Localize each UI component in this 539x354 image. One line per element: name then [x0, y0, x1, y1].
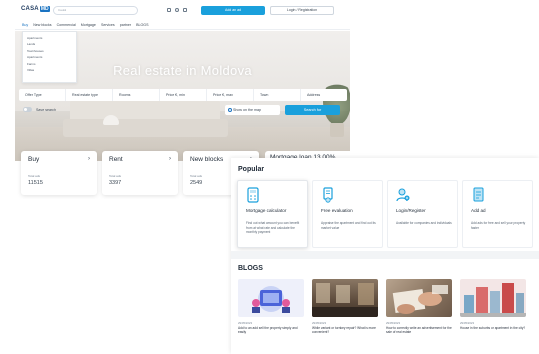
price-max-input[interactable]: Price €, max [207, 89, 254, 101]
popular-card-add-ad[interactable]: Add ad Add ads for free and sell your pr… [462, 180, 533, 248]
blog-image[interactable] [312, 279, 378, 317]
blog-image[interactable] [460, 279, 526, 317]
card-description: Add ads for free and sell your property … [471, 221, 526, 230]
popular-card-login-register[interactable]: Login/Register Available for companies a… [387, 180, 458, 248]
favorites-icon[interactable] [175, 8, 179, 12]
category-title: Buy [28, 156, 40, 163]
top-bar: CASA MD Caută Add an ad Login / Registra… [15, 2, 350, 19]
nav-services[interactable]: Services [101, 23, 115, 27]
card-description: Available for companies and individuals [396, 221, 452, 225]
category-count: 11515 [28, 180, 43, 186]
document-icon [473, 187, 484, 202]
blog-date: 29/05/2023 [312, 321, 326, 325]
plant-pot [330, 123, 344, 137]
popular-card-free-evaluation[interactable]: Free evaluation Appraise the apartment a… [312, 180, 383, 248]
category-subtitle: Total ads [28, 174, 41, 178]
blog-date: 29/05/2023 [238, 321, 252, 325]
category-card-buy[interactable]: Buy › Total ads 11515 [21, 151, 97, 195]
blogs-title: BLOGS [238, 265, 263, 272]
card-description: Find out what amount you can benefit fro… [246, 221, 300, 235]
card-title: Add ad [471, 208, 486, 213]
logo-text: CASA [21, 6, 39, 12]
nav-partner[interactable]: partner [120, 23, 131, 27]
category-title: Rent [109, 156, 123, 163]
main-nav: Buy New blocks Commercial Mortgage Servi… [15, 20, 350, 30]
nav-commercial[interactable]: Commercial [57, 23, 76, 27]
logo-badge: MD [39, 6, 50, 12]
nav-mortgage[interactable]: Mortgage [81, 23, 96, 27]
toggle-switch[interactable] [23, 107, 32, 112]
user-add-icon [396, 188, 410, 202]
card-description: Appraise the apartment and find out its … [321, 221, 376, 230]
interior-photo [312, 283, 378, 317]
blog-title[interactable]: How to correctly write an advertisement … [386, 326, 454, 335]
buy-dropdown-menu: Apartments Lands Townhouses Apartments F… [22, 31, 77, 83]
card-title: Login/Register [396, 208, 426, 213]
city-photo [460, 283, 526, 317]
address-input[interactable]: Address [301, 89, 347, 101]
lamp [103, 115, 119, 125]
chevron-right-icon: › [169, 156, 171, 162]
illustration-icon [252, 286, 290, 313]
nav-blogs[interactable]: BLOGS [136, 23, 148, 27]
evaluation-icon [323, 187, 333, 203]
section-divider [231, 251, 539, 259]
hero-banner: Real estate in Moldova Apartments Lands … [15, 31, 350, 161]
chevron-right-icon: › [88, 156, 90, 162]
blog-title[interactable]: While variant or turnkey repair? What is… [312, 326, 380, 335]
category-subtitle: Total ads [190, 174, 203, 178]
grid-icon[interactable] [183, 8, 187, 12]
calculator-icon [247, 187, 259, 203]
price-min-input[interactable]: Price €, min [160, 89, 207, 101]
login-button[interactable]: Login / Registration [270, 6, 334, 15]
popular-section-screenshot: Popular Mortgage calculator Find out wha… [231, 158, 539, 354]
sofa-seat [63, 119, 228, 137]
offer-type-select[interactable]: Offer Type [19, 89, 66, 101]
search-filters: Offer Type Real estate type Rooms Price … [19, 89, 347, 101]
add-ad-button[interactable]: Add an ad [201, 6, 265, 15]
map-pin-icon [228, 108, 232, 112]
hands-photo [392, 285, 448, 314]
search-input[interactable]: Caută [53, 6, 138, 15]
category-count: 2549 [190, 180, 203, 186]
category-subtitle: Total ads [109, 174, 122, 178]
blog-title[interactable]: Add to an add sell the property simply a… [238, 326, 306, 335]
blog-date: 29/05/2023 [386, 321, 400, 325]
popular-title: Popular [238, 166, 265, 173]
card-title: Free evaluation [321, 208, 353, 213]
blog-title[interactable]: House in the suburbs or apartment in the… [460, 326, 528, 330]
nav-buy[interactable]: Buy [22, 23, 28, 27]
blog-date: 29/05/2023 [460, 321, 474, 325]
category-card-rent[interactable]: Rent › Total ads 3397 [102, 151, 178, 195]
nav-new-blocks[interactable]: New blocks [33, 23, 51, 27]
search-button[interactable]: Search for [285, 105, 340, 115]
dropdown-item[interactable]: Villas [27, 67, 72, 73]
save-search-label: Save search [36, 107, 56, 112]
rooms-select[interactable]: Rooms [113, 89, 160, 101]
compare-icon[interactable] [167, 8, 171, 12]
card-title: Mortgage calculator [246, 208, 287, 213]
town-select[interactable]: Town [254, 89, 301, 101]
popular-card-mortgage-calculator[interactable]: Mortgage calculator Find out what amount… [237, 180, 308, 248]
real-estate-type-select[interactable]: Real estate type [66, 89, 113, 101]
logo[interactable]: CASA MD [21, 6, 50, 12]
category-count: 3397 [109, 180, 122, 186]
save-search-toggle[interactable]: Save search [23, 107, 56, 112]
blog-image[interactable] [386, 279, 452, 317]
show-map-label: Show on the map [233, 108, 261, 112]
plant-icon [323, 79, 350, 125]
show-map-button[interactable]: Show on the map [225, 105, 280, 115]
blog-image[interactable] [238, 279, 304, 317]
